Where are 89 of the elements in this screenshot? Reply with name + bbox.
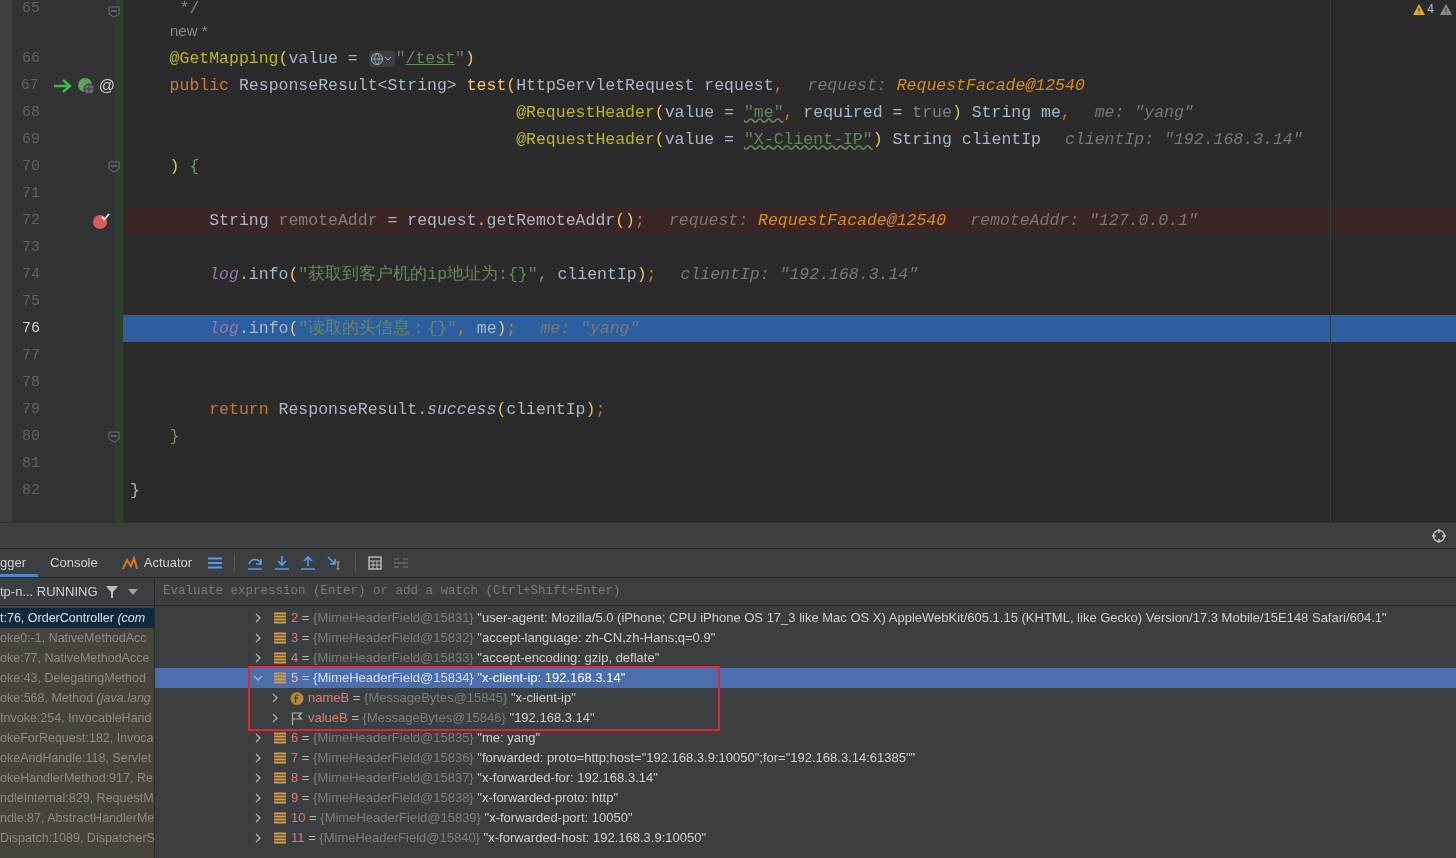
expand-icon[interactable] (253, 813, 263, 823)
list-icon (274, 632, 286, 644)
list-icon (274, 772, 286, 784)
flag-icon (291, 711, 303, 725)
variable-entry: 4 = {MimeHeaderField@15833} "accept-encoding: gzip, deflate" (291, 649, 660, 668)
code-line: log.info("获取到客户机的ip地址为:{}", clientIp); (208, 265, 657, 284)
variable-row[interactable]: 10 = {MimeHeaderField@15839} "x-forwarded-port: 10050" (155, 808, 1456, 828)
expand-icon[interactable] (253, 833, 263, 843)
inline-hint: remoteAddr: "127.0.0.1" (970, 211, 1198, 230)
code-line: @GetMapping(value = "/test") (168, 49, 475, 68)
expand-icon[interactable] (253, 653, 263, 663)
code-line: log.info("读取的头信息：{}", me); (208, 319, 517, 338)
breakpoint-icon[interactable] (92, 211, 110, 230)
code-line: String remoteAddr = request.getRemoteAddr(); (208, 211, 645, 230)
code-line: ) { (168, 157, 200, 176)
variable-entry: 7 = {MimeHeaderField@15836} "forwarded: proto=http;host="192.168.3.9:10050";for="192.168.3.14:61385"" (291, 749, 916, 768)
dropdown-icon[interactable] (127, 588, 138, 595)
variable-entry: nameB = {MessageBytes@15845} "x-client-ip" (308, 689, 576, 708)
globe-icon[interactable] (368, 50, 395, 67)
variable-entry: 2 = {MimeHeaderField@15831} "user-agent: Mozilla/5.0 (iPhone; CPU iPhone OS 17_3 like Mac OS X) AppleWebKit/605.1.15 (KHTML, like Gecko) Version/17.3 Mobile/15E148 Safari/604.1" (291, 609, 1387, 628)
settings-icon[interactable] (1432, 528, 1446, 543)
variable-row[interactable]: 6 = {MimeHeaderField@15835} "me: yang" (155, 728, 1456, 748)
variable-entry: 5 = {MimeHeaderField@15834} "x-client-ip: 192.168.3.14" (291, 669, 626, 688)
expand-icon[interactable] (253, 773, 263, 783)
inline-hint: request: RequestFacade@12540 (807, 76, 1085, 95)
expand-icon[interactable] (270, 693, 280, 703)
menu-icon[interactable] (208, 557, 223, 569)
code-line: public ResponseResult<String> test(HttpServletRequest request, (168, 76, 784, 95)
line-number: 76 (21, 319, 40, 338)
list-icon (274, 612, 286, 624)
code-line: @RequestHeader(value = "me", required = true) String me, (515, 103, 1071, 122)
inline-hint: clientIp: "192.168.3.14" (680, 265, 919, 284)
author-hint: new * (170, 21, 208, 42)
expand-icon[interactable] (253, 733, 263, 743)
step-into-icon[interactable] (275, 556, 290, 570)
inline-hint: me: "yang" (1094, 103, 1194, 122)
variable-row[interactable]: 4 = {MimeHeaderField@15833} "accept-encoding: gzip, deflate" (155, 648, 1456, 668)
list-icon (274, 812, 286, 824)
warning-icon[interactable] (1440, 3, 1452, 15)
variable-row[interactable]: 5 = {MimeHeaderField@15834} "x-client-ip: 192.168.3.14" (155, 668, 1456, 688)
expand-icon[interactable] (253, 633, 263, 643)
globe-icon[interactable] (76, 76, 95, 95)
step-out-icon[interactable] (301, 556, 316, 570)
variable-row[interactable]: 7 = {MimeHeaderField@15836} "forwarded: proto=http;host="192.168.3.9:10050";for="192.168.3.14:61385"" (155, 748, 1456, 768)
warning-icon[interactable] (1413, 3, 1426, 15)
stack-frame[interactable]: t:76, OrderController (com (0, 608, 154, 628)
chart-icon (121, 555, 138, 571)
annotation-marker[interactable]: @ (98, 73, 115, 98)
variable-entry: 3 = {MimeHeaderField@15832} "accept-language: zh-CN,zh-Hans;q=0.9" (291, 629, 716, 648)
expand-icon[interactable] (253, 753, 263, 763)
code-line: } (130, 481, 140, 500)
thread-selector[interactable]: tp-n... RUNNING (0, 581, 98, 602)
variable-entry: 6 = {MimeHeaderField@15835} "me: yang" (291, 729, 541, 748)
variable-row[interactable]: 8 = {MimeHeaderField@15837} "x-forwarded-for: 192.168.3.14" (155, 768, 1456, 788)
variable-row[interactable]: 11 = {MimeHeaderField@15840} "x-forwarded-host: 192.168.3.9:10050" (155, 828, 1456, 848)
list-icon (274, 652, 286, 664)
variable-entry: valueB = {MessageBytes@15846} "192.168.3.14" (308, 709, 595, 728)
variable-entry: 9 = {MimeHeaderField@15838} "x-forwarded-proto: http" (291, 789, 619, 808)
panel-tab[interactable]: Console (38, 549, 110, 577)
variable-row[interactable]: 3 = {MimeHeaderField@15832} "accept-language: zh-CN,zh-Hans;q=0.9" (155, 628, 1456, 648)
expand-icon[interactable] (253, 613, 263, 623)
variable-entry: 10 = {MimeHeaderField@15839} "x-forwarded-port: 10050" (291, 809, 633, 828)
list-icon (274, 672, 286, 684)
code-line: @RequestHeader(value = "X-Client-IP") String clientIp (515, 130, 1041, 149)
evaluate-field[interactable]: Evaluate expression (Enter) or add a watch (Ctrl+Shift+Enter) (163, 582, 1448, 601)
code-line: } (168, 427, 180, 446)
filter-icon[interactable] (105, 585, 118, 598)
list-icon (274, 752, 286, 764)
calculator-icon[interactable] (368, 556, 383, 570)
warning-count[interactable]: 4 (1427, 0, 1434, 18)
panel-tab[interactable]: Actuator (109, 549, 205, 577)
list-icon (274, 732, 286, 744)
code-line: */ (178, 0, 200, 18)
variable-entry: 8 = {MimeHeaderField@15837} "x-forwarded-for: 192.168.3.14" (291, 769, 658, 788)
step-over-icon[interactable] (247, 556, 264, 570)
variable-row[interactable]: 9 = {MimeHeaderField@15838} "x-forwarded-proto: http" (155, 788, 1456, 808)
inline-hint: clientIp: "192.168.3.14" (1065, 130, 1303, 149)
list-icon (274, 792, 286, 804)
code-line: return ResponseResult.success(clientIp); (208, 400, 606, 419)
variable-row[interactable]: nameB = {MessageBytes@15845} "x-client-ip" (155, 688, 1456, 708)
variable-entry: 11 = {MimeHeaderField@15840} "x-forwarded-host: 192.168.3.9:10050" (291, 829, 707, 848)
inline-hint: me: "yang" (540, 319, 640, 338)
field-icon (290, 690, 304, 706)
expand-icon[interactable] (253, 793, 263, 803)
expand-icon[interactable] (270, 713, 280, 723)
variable-row[interactable]: 2 = {MimeHeaderField@15831} "user-agent: Mozilla/5.0 (iPhone; CPU iPhone OS 17_3 like Mac OS X) AppleWebKit/605.1.15 (KHTML, like Gecko) Version/17.3 Mobile/15E148 Safari/604.1" (155, 608, 1456, 628)
inline-hint: request: RequestFacade@12540 (668, 211, 947, 230)
variable-row[interactable]: valueB = {MessageBytes@15846} "192.168.3.14" (155, 708, 1456, 728)
list-icon (274, 832, 286, 844)
